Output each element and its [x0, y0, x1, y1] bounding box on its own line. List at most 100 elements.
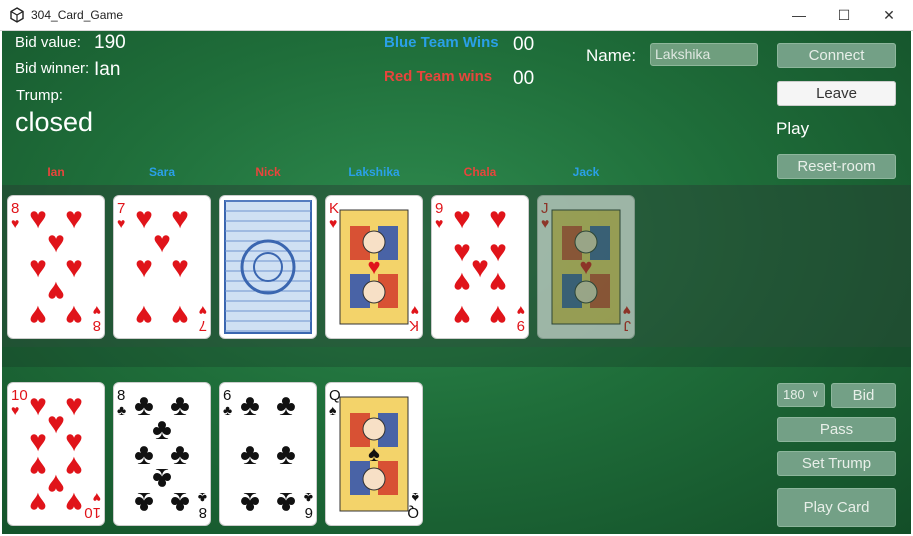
svg-text:♥: ♥ — [153, 226, 171, 259]
svg-text:♥: ♥ — [47, 407, 65, 440]
svg-text:♥: ♥ — [47, 468, 65, 501]
svg-text:♥: ♥ — [171, 251, 189, 284]
svg-text:♥: ♥ — [489, 235, 507, 268]
player-name: Sara — [148, 165, 176, 179]
svg-text:♠: ♠ — [411, 490, 419, 506]
svg-text:♣: ♣ — [198, 490, 207, 506]
svg-text:♥: ♥ — [471, 251, 489, 284]
svg-text:♥: ♥ — [171, 202, 189, 235]
bid-winner: Ian — [94, 59, 121, 80]
svg-text:♣: ♣ — [170, 389, 190, 422]
svg-text:♣: ♣ — [134, 389, 154, 422]
svg-text:♠: ♠ — [368, 441, 380, 466]
svg-text:♥: ♥ — [453, 235, 471, 268]
player-name: Nick — [255, 165, 281, 179]
player-name: Jack — [572, 165, 600, 179]
svg-text:♥: ♥ — [29, 299, 47, 332]
play-card-button[interactable]: Play Card — [777, 488, 896, 527]
status-text: Play — [776, 119, 810, 138]
svg-text:♥: ♥ — [623, 303, 631, 319]
svg-text:♥: ♥ — [453, 266, 471, 299]
blue-team-score: 00 — [513, 34, 535, 55]
playing-card: 7 ♥ 7 ♥ ♥ ♥ ♥ ♥ ♥ ♥ ♥ — [114, 196, 210, 338]
bid-winner-label: Bid winner: — [15, 60, 90, 77]
bid-value: 190 — [94, 32, 126, 53]
svg-text:♥: ♥ — [93, 303, 101, 319]
svg-text:♣: ♣ — [170, 486, 190, 519]
playing-card: K ♥ K ♥ ♥ — [326, 196, 422, 338]
set-trump-button[interactable]: Set Trump — [777, 451, 896, 476]
hearts-suit-icon: ♥ — [541, 215, 549, 231]
name-input[interactable]: Lakshika — [650, 43, 758, 66]
svg-text:♥: ♥ — [29, 450, 47, 483]
svg-text:♥: ♥ — [171, 299, 189, 332]
playing-card: 9 ♥ 9 ♥ ♥ ♥ ♥ ♥ ♥ ♥ ♥ ♥ ♥ — [432, 196, 528, 338]
svg-text:♥: ♥ — [453, 299, 471, 332]
svg-text:♥: ♥ — [489, 202, 507, 235]
playing-card: J ♥ J ♥ ♥ — [538, 196, 634, 338]
bid-button[interactable]: Bid — [831, 383, 896, 408]
svg-text:♥: ♥ — [47, 226, 65, 259]
svg-text:♥: ♥ — [65, 202, 83, 235]
table-divider — [2, 347, 911, 367]
svg-text:♥: ♥ — [47, 275, 65, 308]
svg-text:♥: ♥ — [135, 251, 153, 284]
blue-team-label: Blue Team Wins — [384, 34, 499, 51]
title-bar: 304_Card_Game — ☐ ✕ — [0, 0, 913, 31]
hearts-suit-icon: ♥ — [117, 215, 125, 231]
svg-text:♥: ♥ — [489, 299, 507, 332]
name-label: Name: — [586, 46, 637, 65]
bid-value-label: Bid value: — [15, 34, 81, 51]
playing-card[interactable]: Q ♠ Q ♠ ♠ — [326, 383, 422, 525]
player-name: Chala — [463, 165, 497, 179]
unity-logo-icon — [10, 7, 24, 23]
trump-label: Trump: — [16, 87, 63, 104]
svg-text:♣: ♣ — [170, 438, 190, 471]
leave-button[interactable]: Leave — [777, 81, 896, 106]
svg-text:♣: ♣ — [276, 486, 296, 519]
svg-text:♣: ♣ — [276, 438, 296, 471]
svg-text:♥: ♥ — [135, 202, 153, 235]
pass-button[interactable]: Pass — [777, 417, 896, 442]
svg-text:♥: ♥ — [65, 450, 83, 483]
svg-text:♣: ♣ — [152, 413, 172, 446]
svg-text:♥: ♥ — [411, 303, 419, 319]
svg-text:♥: ♥ — [29, 486, 47, 519]
playing-card[interactable]: 10 ♥ 10 ♥ ♥ ♥ ♥ ♥ ♥ ♥ ♥ ♥ ♥ ♥ — [8, 383, 104, 525]
bid-amount-select[interactable]: 180 ∨ — [777, 383, 825, 407]
playing-card[interactable]: 6 ♣ 6 ♣ ♣ ♣ ♣ ♣ ♣ ♣ — [220, 383, 316, 525]
close-button[interactable]: ✕ — [866, 0, 912, 30]
svg-text:♥: ♥ — [65, 251, 83, 284]
svg-text:♣: ♣ — [240, 486, 260, 519]
clubs-suit-icon: ♣ — [223, 402, 232, 418]
maximize-button[interactable]: ☐ — [821, 0, 867, 30]
hearts-suit-icon: ♥ — [435, 215, 443, 231]
red-team-score: 00 — [513, 68, 535, 89]
svg-text:♣: ♣ — [152, 462, 172, 495]
player-name: Lakshika — [348, 165, 400, 179]
svg-text:♥: ♥ — [29, 202, 47, 235]
svg-text:♥: ♥ — [199, 303, 207, 319]
svg-text:♥: ♥ — [29, 251, 47, 284]
hearts-suit-icon: ♥ — [11, 215, 19, 231]
svg-text:♥: ♥ — [453, 202, 471, 235]
connect-button[interactable]: Connect — [777, 43, 896, 68]
svg-text:♥: ♥ — [579, 254, 592, 279]
svg-text:♣: ♣ — [240, 389, 260, 422]
reset-room-button[interactable]: Reset-room — [777, 154, 896, 179]
trump-value: closed — [15, 107, 94, 137]
svg-text:♥: ♥ — [29, 389, 47, 422]
chevron-down-icon: ∨ — [811, 389, 819, 400]
svg-text:♥: ♥ — [65, 486, 83, 519]
svg-text:♣: ♣ — [240, 438, 260, 471]
minimize-button[interactable]: — — [776, 0, 822, 30]
playing-card[interactable]: 8 ♣ 8 ♣ ♣ ♣ ♣ ♣ ♣ ♣ ♣ ♣ — [114, 383, 210, 525]
svg-text:♥: ♥ — [135, 299, 153, 332]
red-team-label: Red Team wins — [384, 68, 493, 85]
svg-text:♥: ♥ — [489, 266, 507, 299]
player-name: Ian — [47, 165, 65, 179]
svg-text:♥: ♥ — [65, 389, 83, 422]
svg-text:♣: ♣ — [276, 389, 296, 422]
clubs-suit-icon: ♣ — [117, 402, 126, 418]
svg-text:♥: ♥ — [93, 490, 101, 506]
